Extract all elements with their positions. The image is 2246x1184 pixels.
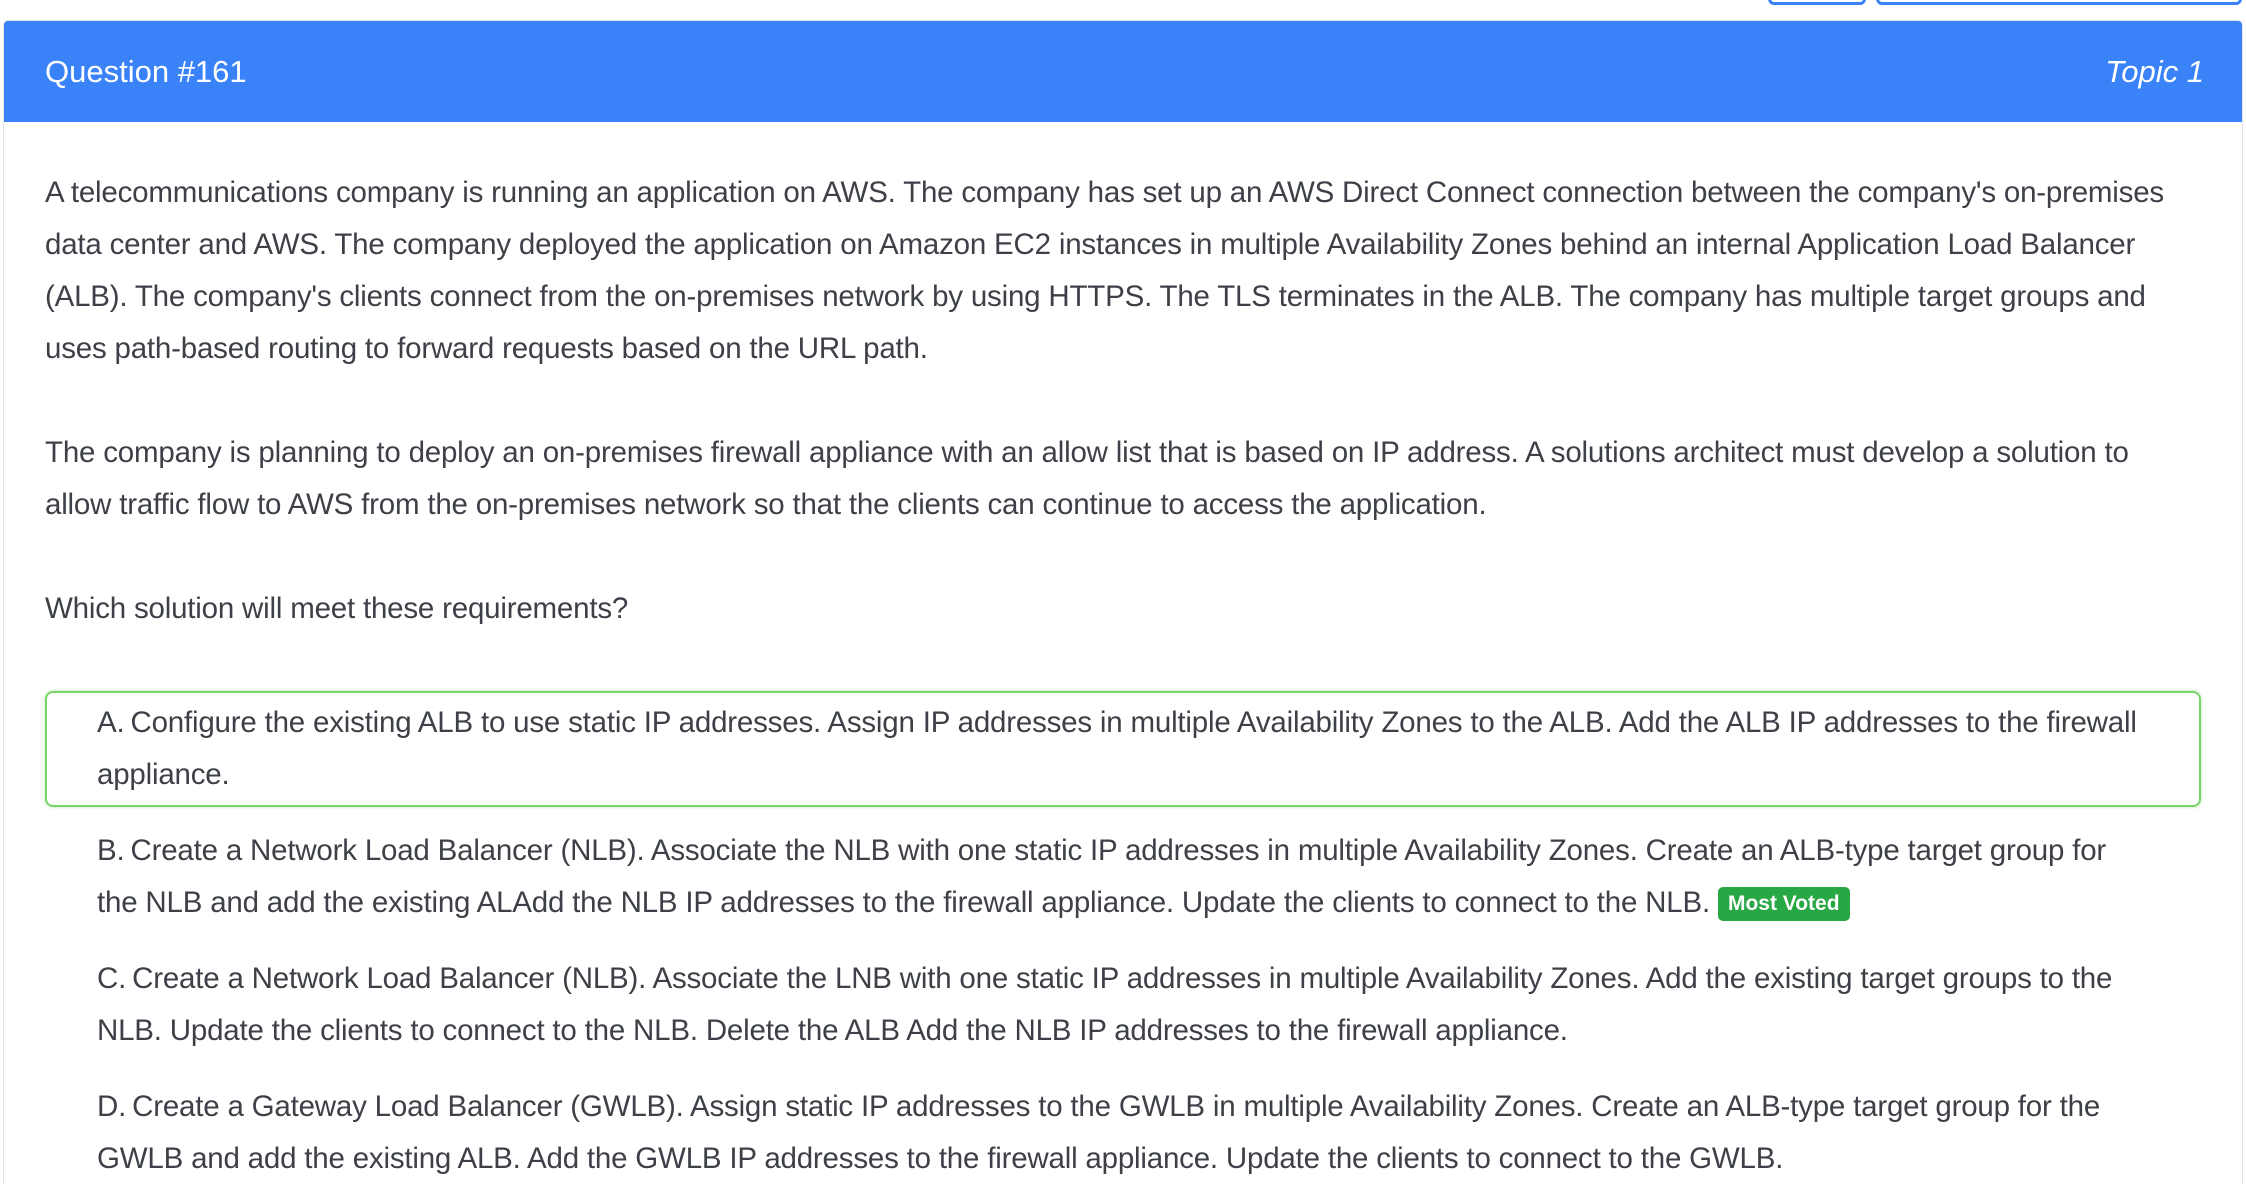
choice-d[interactable]: D. Create a Gateway Load Balancer (GWLB).…: [45, 1075, 2201, 1184]
question-paragraph: A telecommunications company is running …: [45, 176, 2164, 365]
choice-a[interactable]: A. Configure the existing ALB to use stat…: [45, 691, 2201, 807]
topic-label: Topic 1: [2105, 53, 2204, 89]
card-body: A telecommunications company is running …: [4, 122, 2242, 1184]
question-prompt: Which solution will meet these requireme…: [45, 592, 629, 625]
question-number: Question #161: [45, 53, 247, 89]
most-voted-badge: Most Voted: [1717, 887, 1850, 921]
card-header: Question #161 Topic 1: [4, 21, 2242, 122]
choice-letter: C.: [97, 962, 127, 995]
top-tab-button-wide[interactable]: [1876, 0, 2242, 5]
choice-text: Create a Network Load Balancer (NLB). As…: [97, 962, 2113, 1047]
choice-letter: B.: [97, 834, 125, 867]
choice-letter: A.: [97, 706, 125, 739]
choice-text: Create a Gateway Load Balancer (GWLB). A…: [97, 1090, 2101, 1175]
question-card: Question #161 Topic 1 A telecommunicatio…: [3, 20, 2243, 1184]
top-tab-strip: [0, 0, 2246, 20]
page: Question #161 Topic 1 A telecommunicatio…: [0, 0, 2246, 1184]
choice-b[interactable]: B. Create a Network Load Balancer (NLB). …: [45, 819, 2201, 935]
answer-choices: A. Configure the existing ALB to use stat…: [45, 691, 2201, 1184]
question-paragraph: The company is planning to deploy an on-…: [45, 436, 2129, 521]
choice-text: Configure the existing ALB to use static…: [97, 706, 2137, 791]
choice-c[interactable]: C. Create a Network Load Balancer (NLB). …: [45, 947, 2201, 1063]
top-tab-button-small[interactable]: [1768, 0, 1866, 5]
question-text: A telecommunications company is running …: [45, 167, 2201, 635]
choice-letter: D.: [97, 1090, 127, 1123]
